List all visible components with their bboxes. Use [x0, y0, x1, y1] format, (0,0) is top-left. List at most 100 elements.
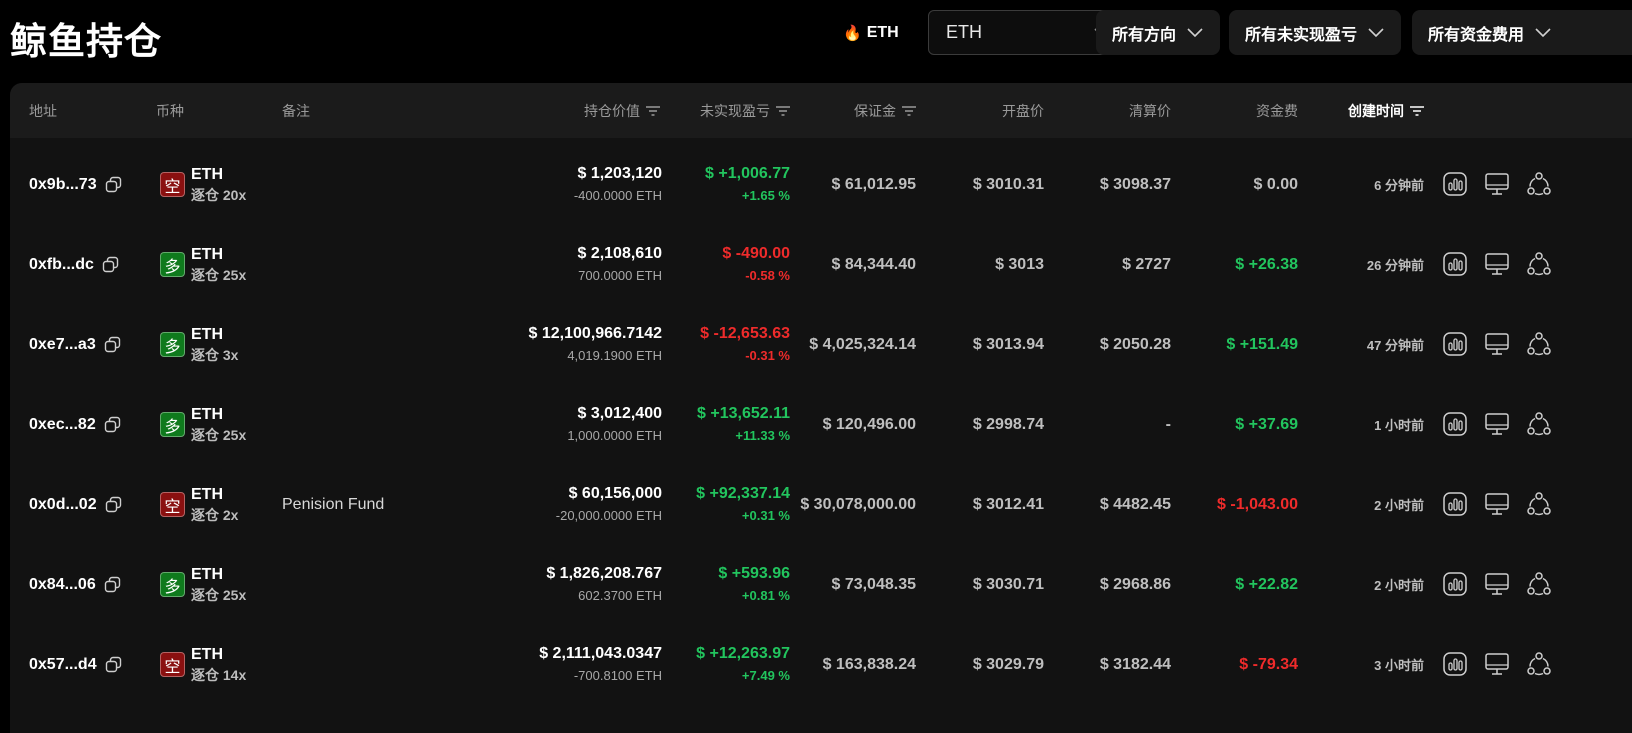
funding-filter-button[interactable]: 所有资金费用 [1412, 10, 1632, 55]
pnl-filter-button[interactable]: 所有未实现盈亏 [1229, 10, 1402, 55]
chart-icon[interactable] [1441, 250, 1469, 278]
position-value: $ 3,012,400 [577, 404, 662, 422]
liquidation-price: $ 3098.37 [1099, 175, 1171, 193]
col-funding: 资金费 [1256, 102, 1298, 119]
note-text: Penision Fund [282, 495, 385, 513]
table-row: 0x57...d4 空 ETH 逐仓 14x $ 2,111,043.0347 … [10, 623, 1632, 706]
monitor-icon[interactable] [1483, 330, 1511, 358]
pnl-cell: $ -490.00 -0.58 % [722, 223, 790, 306]
funding-filter-label: 所有资金费用 [1428, 26, 1525, 44]
col-margin[interactable]: 保证金 [854, 83, 916, 138]
margin-value: $ 4,025,324.14 [809, 335, 916, 353]
entry-price: $ 2998.74 [972, 415, 1044, 433]
col-note: 备注 [282, 102, 310, 119]
table-row: 0xfb...dc 多 ETH 逐仓 25x $ 2,108,610 700.0… [10, 223, 1632, 306]
copy-icon[interactable] [105, 496, 123, 514]
entry-price: $ 3013 [995, 255, 1044, 273]
coin-cell: 多 ETH 逐仓 25x [160, 383, 246, 466]
address-cell[interactable]: 0x9b...73 [29, 143, 123, 226]
copy-icon[interactable] [102, 256, 120, 274]
coin-cell: 多 ETH 逐仓 25x [160, 223, 246, 306]
copy-icon[interactable] [104, 336, 122, 354]
value-cell: $ 2,111,043.0347 -700.8100 ETH [539, 623, 662, 706]
table-header: 地址 币种 备注 持仓价值 未实现盈亏 保证金 开盘价 清算价 资金费 创建时间 [10, 83, 1632, 138]
monitor-icon[interactable] [1483, 650, 1511, 678]
side-badge: 多 [160, 412, 185, 437]
pnl-cell: $ +13,652.11 +11.33 % [697, 383, 790, 466]
chevron-down-icon [1187, 27, 1203, 37]
share-icon[interactable] [1525, 330, 1553, 358]
pnl-percent: +0.31 % [741, 507, 790, 523]
copy-icon[interactable] [105, 176, 123, 194]
margin-mode: 逐仓 2x [191, 506, 239, 523]
margin-mode: 逐仓 25x [191, 426, 247, 443]
monitor-icon[interactable] [1483, 170, 1511, 198]
funding-value: $ -79.34 [1239, 655, 1298, 673]
monitor-icon[interactable] [1483, 490, 1511, 518]
address-text: 0xec...82 [29, 415, 96, 433]
chart-icon[interactable] [1441, 330, 1469, 358]
liquidation-price: - [1165, 415, 1171, 433]
chart-icon[interactable] [1441, 170, 1469, 198]
page-title: 鲸鱼持仓 [10, 20, 162, 63]
col-created[interactable]: 创建时间 [1348, 83, 1424, 138]
pnl-value: $ +1,006.77 [705, 164, 790, 182]
pnl-value: $ +92,337.14 [696, 484, 790, 502]
monitor-icon[interactable] [1483, 250, 1511, 278]
chevron-down-icon [1368, 27, 1384, 37]
position-value: $ 12,100,966.7142 [528, 324, 662, 342]
positions-table: 地址 币种 备注 持仓价值 未实现盈亏 保证金 开盘价 清算价 资金费 创建时间… [10, 83, 1632, 733]
funding-value: $ +26.38 [1235, 255, 1298, 273]
coin-name: ETH [191, 565, 223, 583]
address-cell[interactable]: 0xe7...a3 [29, 303, 122, 386]
col-value[interactable]: 持仓价值 [584, 83, 660, 138]
share-icon[interactable] [1525, 490, 1553, 518]
coin-name: ETH [191, 165, 223, 183]
copy-icon[interactable] [104, 416, 122, 434]
position-value: $ 1,203,120 [577, 164, 662, 182]
pnl-percent: -0.31 % [745, 347, 790, 363]
margin-mode: 逐仓 25x [191, 586, 247, 603]
address-cell[interactable]: 0xfb...dc [29, 223, 120, 306]
address-cell[interactable]: 0x57...d4 [29, 623, 123, 706]
margin-value: $ 61,012.95 [831, 175, 916, 193]
funding-value: $ -1,043.00 [1217, 495, 1298, 513]
direction-filter-label: 所有方向 [1112, 26, 1177, 44]
monitor-icon[interactable] [1483, 410, 1511, 438]
pnl-percent: +1.65 % [741, 187, 790, 203]
monitor-icon[interactable] [1483, 570, 1511, 598]
position-value: $ 2,111,043.0347 [539, 644, 662, 662]
address-cell[interactable]: 0xec...82 [29, 383, 122, 466]
pnl-cell: $ -12,653.63 -0.31 % [700, 303, 790, 386]
address-text: 0xe7...a3 [29, 335, 96, 353]
share-icon[interactable] [1525, 570, 1553, 598]
value-cell: $ 60,156,000 -20,000.0000 ETH [556, 463, 662, 546]
pnl-cell: $ +92,337.14 +0.31 % [696, 463, 790, 546]
table-row: 0x84...06 多 ETH 逐仓 25x $ 1,826,208.767 6… [10, 543, 1632, 626]
chart-icon[interactable] [1441, 570, 1469, 598]
pnl-value: $ +12,263.97 [696, 644, 790, 662]
copy-icon[interactable] [104, 576, 122, 594]
direction-filter-button[interactable]: 所有方向 [1096, 10, 1221, 55]
entry-price: $ 3013.94 [972, 335, 1044, 353]
share-icon[interactable] [1525, 250, 1553, 278]
copy-icon[interactable] [105, 656, 123, 674]
col-pnl[interactable]: 未实现盈亏 [700, 83, 790, 138]
side-badge: 多 [160, 252, 185, 277]
chart-icon[interactable] [1441, 490, 1469, 518]
address-cell[interactable]: 0x0d...02 [29, 463, 123, 546]
share-icon[interactable] [1525, 650, 1553, 678]
pnl-percent: +0.81 % [741, 587, 790, 603]
hot-coin-tag[interactable]: 🔥 ETH [843, 21, 899, 45]
share-icon[interactable] [1525, 170, 1553, 198]
chart-icon[interactable] [1441, 410, 1469, 438]
value-cell: $ 1,826,208.767 602.3700 ETH [546, 543, 662, 626]
pnl-value: $ +593.96 [718, 564, 790, 582]
share-icon[interactable] [1525, 410, 1553, 438]
col-coin: 币种 [156, 102, 184, 119]
address-cell[interactable]: 0x84...06 [29, 543, 122, 626]
margin-mode: 逐仓 25x [191, 266, 247, 283]
address-text: 0x0d...02 [29, 495, 97, 513]
funding-value: $ 0.00 [1253, 175, 1298, 193]
chart-icon[interactable] [1441, 650, 1469, 678]
